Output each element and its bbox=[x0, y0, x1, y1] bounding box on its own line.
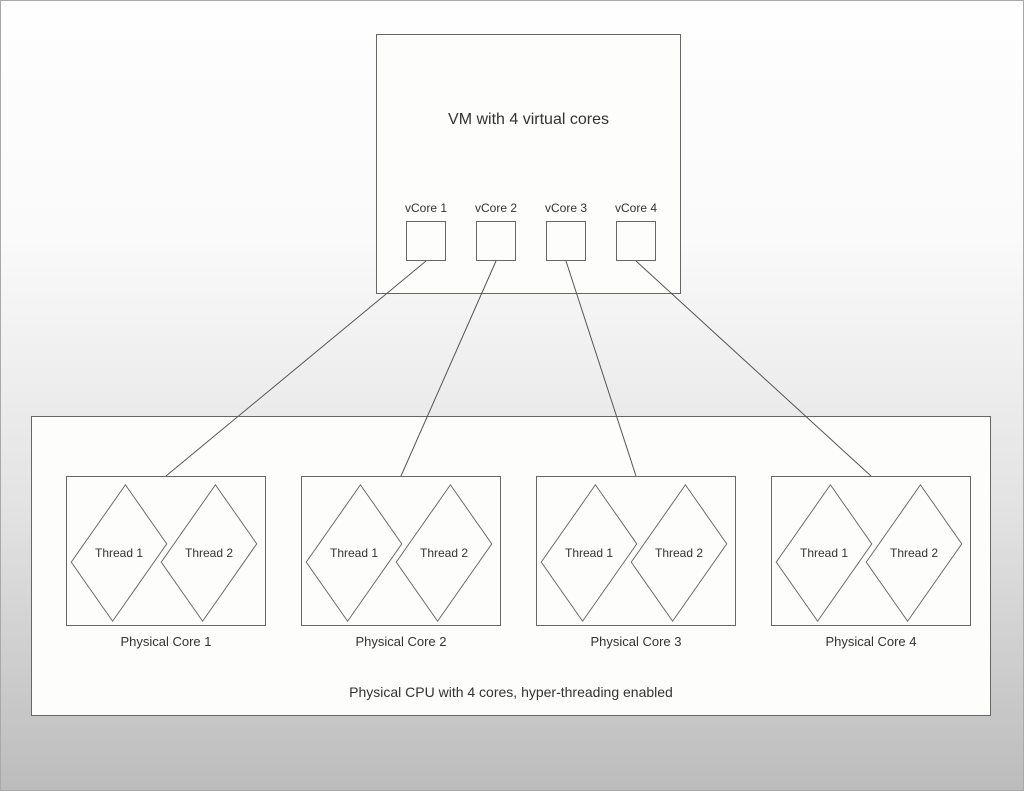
vcore-box-2 bbox=[476, 221, 516, 261]
vcore-label-3: vCore 3 bbox=[536, 201, 596, 215]
diagram-canvas: VM with 4 virtual cores vCore 1 vCore 2 … bbox=[0, 0, 1024, 791]
thread-diamond: Thread 2 bbox=[408, 506, 480, 600]
thread-label: Thread 2 bbox=[890, 546, 938, 560]
vcore-box-3 bbox=[546, 221, 586, 261]
physical-core-label-3: Physical Core 3 bbox=[536, 634, 736, 649]
vcore-label-1: vCore 1 bbox=[396, 201, 456, 215]
thread-diamond: Thread 1 bbox=[83, 506, 155, 600]
thread-diamond: Thread 1 bbox=[788, 506, 860, 600]
vcore-label-2: vCore 2 bbox=[466, 201, 526, 215]
physical-core-label-1: Physical Core 1 bbox=[66, 634, 266, 649]
thread-diamond: Thread 1 bbox=[553, 506, 625, 600]
thread-diamond: Thread 1 bbox=[318, 506, 390, 600]
thread-label: Thread 1 bbox=[330, 546, 378, 560]
thread-diamond: Thread 2 bbox=[173, 506, 245, 600]
vm-title: VM with 4 virtual cores bbox=[376, 111, 681, 129]
thread-label: Thread 2 bbox=[185, 546, 233, 560]
vcore-box-1 bbox=[406, 221, 446, 261]
thread-diamond: Thread 2 bbox=[643, 506, 715, 600]
physical-core-label-2: Physical Core 2 bbox=[301, 634, 501, 649]
thread-label: Thread 1 bbox=[95, 546, 143, 560]
physical-core-label-4: Physical Core 4 bbox=[771, 634, 971, 649]
thread-label: Thread 2 bbox=[420, 546, 468, 560]
thread-label: Thread 1 bbox=[565, 546, 613, 560]
vcore-label-4: vCore 4 bbox=[606, 201, 666, 215]
vcore-box-4 bbox=[616, 221, 656, 261]
thread-label: Thread 1 bbox=[800, 546, 848, 560]
thread-diamond: Thread 2 bbox=[878, 506, 950, 600]
cpu-title: Physical CPU with 4 cores, hyper-threadi… bbox=[31, 684, 991, 700]
thread-label: Thread 2 bbox=[655, 546, 703, 560]
